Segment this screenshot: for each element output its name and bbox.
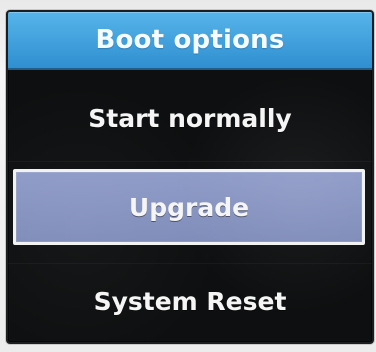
device-frame: Boot options Start normally Upgrade Syst… bbox=[0, 0, 376, 352]
dialog-title-bar: Boot options bbox=[8, 12, 372, 70]
boot-options-menu: Start normally Upgrade System Reset bbox=[8, 68, 372, 342]
boot-options-screen: Boot options Start normally Upgrade Syst… bbox=[6, 10, 374, 344]
dialog-title: Boot options bbox=[95, 25, 285, 55]
menu-item-system-reset[interactable]: System Reset bbox=[8, 279, 372, 323]
menu-item-label: Upgrade bbox=[128, 192, 250, 222]
menu-item-label: Start normally bbox=[88, 103, 292, 133]
menu-item-label: System Reset bbox=[93, 286, 287, 316]
menu-divider-top bbox=[8, 161, 372, 162]
menu-item-start-normally[interactable]: Start normally bbox=[8, 96, 372, 140]
menu-item-upgrade[interactable]: Upgrade bbox=[13, 169, 365, 245]
menu-divider-bottom bbox=[8, 263, 372, 264]
